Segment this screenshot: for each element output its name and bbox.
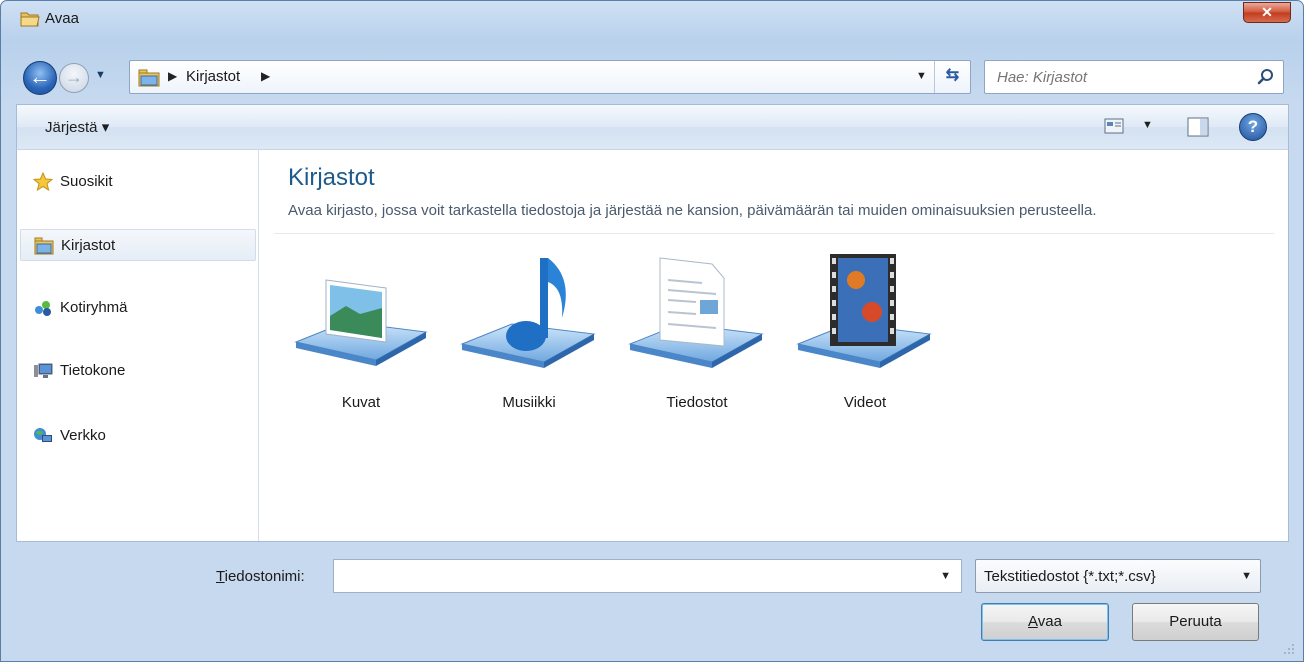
sidebar-item-label: Kotiryhmä xyxy=(60,299,128,316)
libraries-view: Kirjastot Avaa kirjasto, jossa voit tark… xyxy=(260,150,1288,541)
sidebar-item-libraries[interactable]: Kirjastot xyxy=(20,229,256,261)
breadcrumb-libraries[interactable]: Kirjastot xyxy=(186,68,240,85)
sidebar-item-label: Kirjastot xyxy=(61,237,116,254)
arrow-right-icon: → xyxy=(65,67,83,87)
filename-history-dropdown-icon[interactable]: ▼ xyxy=(940,570,951,582)
open-dialog: Avaa ✕ ← → ▼ ▶ Kirjastot ▶ ▼ ⇆ Järjestä … xyxy=(0,0,1304,662)
file-type-value: Tekstitiedostot {*.txt;*.csv} xyxy=(984,568,1156,585)
search-box[interactable] xyxy=(984,60,1284,94)
cancel-button[interactable]: Peruuta xyxy=(1132,603,1259,641)
search-input[interactable] xyxy=(995,67,1245,87)
filename-label-text: iedostonimi: xyxy=(224,568,305,585)
music-library-icon xyxy=(460,258,596,368)
library-label: Musiikki xyxy=(502,394,556,411)
recent-pages-dropdown[interactable]: ▼ xyxy=(95,69,106,81)
homegroup-icon xyxy=(35,301,51,316)
browser-panes: Suosikit Kirjastot Kotiryhmä Tietokone V… xyxy=(16,149,1289,542)
command-toolbar: Järjestä ▾ ▼ ? xyxy=(16,104,1289,149)
divider xyxy=(274,233,1274,234)
videos-library-icon xyxy=(796,254,932,368)
library-pictures[interactable]: Kuvat xyxy=(286,250,436,420)
breadcrumb-separator-icon[interactable]: ▶ xyxy=(261,69,270,83)
network-icon xyxy=(34,428,52,442)
title-bar: Avaa ✕ xyxy=(1,1,1303,41)
open-button[interactable]: Avaa xyxy=(981,603,1109,641)
change-view-icon[interactable] xyxy=(1104,118,1124,134)
breadcrumb-separator-icon[interactable]: ▶ xyxy=(168,69,177,83)
forward-button[interactable]: → xyxy=(59,63,89,93)
search-icon[interactable] xyxy=(1257,68,1275,86)
address-bar[interactable]: ▶ Kirjastot ▶ ▼ ⇆ xyxy=(129,60,971,94)
filename-label: Tiedostonimi: xyxy=(216,568,305,585)
help-button[interactable]: ? xyxy=(1239,113,1267,141)
open-accesskey: A xyxy=(1028,613,1038,630)
refresh-icon: ⇆ xyxy=(945,67,960,84)
file-type-select[interactable]: Tekstitiedostot {*.txt;*.csv} ▼ xyxy=(975,559,1261,593)
help-icon: ? xyxy=(1247,117,1259,136)
window-title: Avaa xyxy=(45,10,79,27)
sidebar-item-label: Tietokone xyxy=(60,362,126,379)
address-dropdown-icon[interactable]: ▼ xyxy=(916,70,927,82)
library-label: Kuvat xyxy=(341,394,381,411)
star-icon xyxy=(33,172,53,192)
sidebar-item-label: Suosikit xyxy=(60,173,113,190)
chevron-down-icon: ▼ xyxy=(1241,570,1252,582)
sidebar-item-network[interactable]: Verkko xyxy=(20,420,256,452)
sidebar-item-favorites[interactable]: Suosikit xyxy=(20,166,256,198)
arrow-left-icon: ← xyxy=(29,64,51,89)
open-label-text: vaa xyxy=(1037,613,1062,630)
computer-icon xyxy=(34,363,53,378)
preview-pane-icon[interactable] xyxy=(1187,117,1209,137)
filename-input[interactable] xyxy=(338,566,928,586)
libraries-icon xyxy=(34,237,54,255)
page-description: Avaa kirjasto, jossa voit tarkastella ti… xyxy=(288,202,1097,219)
filename-accesskey: T xyxy=(216,568,225,585)
sidebar-item-label: Verkko xyxy=(60,427,106,444)
library-videos[interactable]: Videot xyxy=(790,250,940,420)
close-button[interactable]: ✕ xyxy=(1243,2,1291,23)
library-label: Tiedostot xyxy=(666,394,728,411)
library-music[interactable]: Musiikki xyxy=(454,250,604,420)
organize-menu-button[interactable]: Järjestä ▾ xyxy=(45,118,109,136)
resize-grip-icon[interactable] xyxy=(1283,643,1295,655)
library-documents[interactable]: Tiedostot xyxy=(622,250,772,420)
back-button[interactable]: ← xyxy=(23,61,57,95)
navigation-pane: Suosikit Kirjastot Kotiryhmä Tietokone V… xyxy=(17,150,259,541)
filename-field[interactable]: ▼ xyxy=(333,559,962,593)
pictures-library-icon xyxy=(294,279,428,366)
library-label: Videot xyxy=(843,394,887,411)
sidebar-item-computer[interactable]: Tietokone xyxy=(20,355,256,387)
documents-library-icon xyxy=(628,257,764,368)
libraries-icon xyxy=(138,69,160,87)
view-options-dropdown-icon[interactable]: ▼ xyxy=(1142,119,1153,131)
refresh-button[interactable]: ⇆ xyxy=(934,61,970,93)
folder-open-icon xyxy=(20,12,40,27)
sidebar-item-homegroup[interactable]: Kotiryhmä xyxy=(20,292,256,324)
page-title: Kirjastot xyxy=(288,164,375,191)
